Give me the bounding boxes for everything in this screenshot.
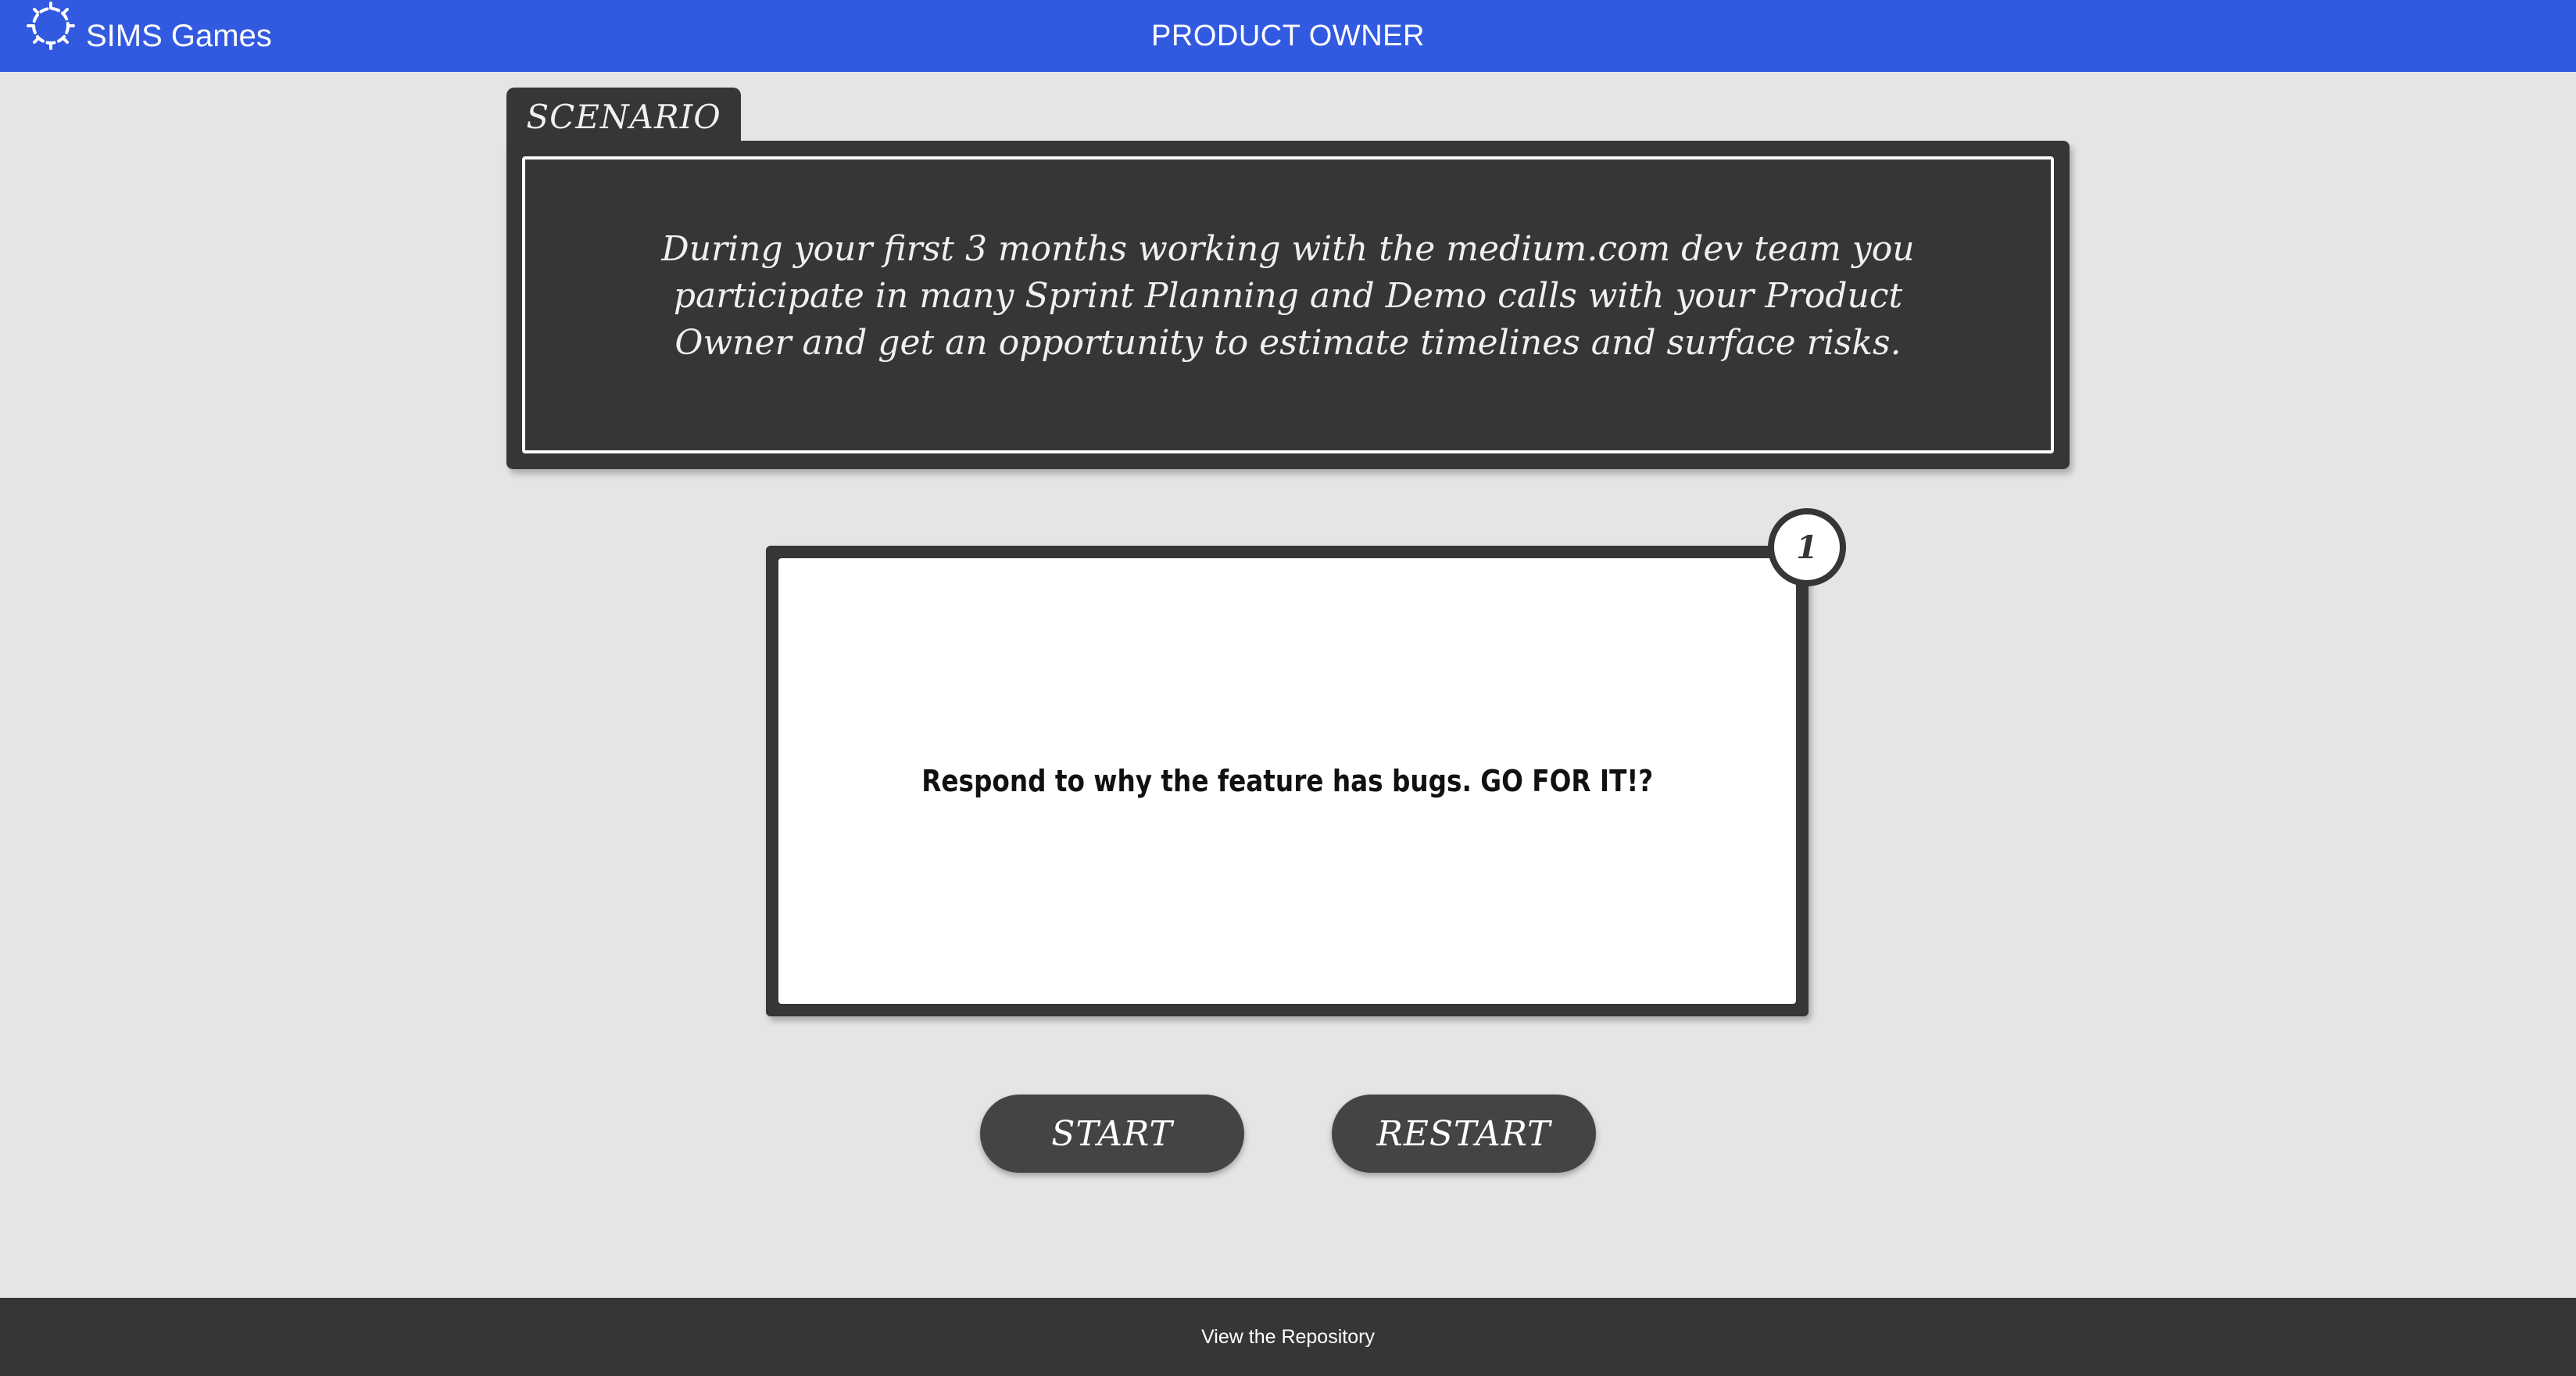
scenario-description: During your first 3 months working with … bbox=[661, 229, 1915, 363]
question-text: Respond to why the feature has bugs. GO … bbox=[921, 764, 1654, 798]
footer-bar: View the Repository bbox=[0, 1298, 2576, 1376]
question-card-body: Respond to why the feature has bugs. GO … bbox=[778, 558, 1796, 1004]
scenario-panel: During your first 3 months working with … bbox=[506, 141, 2070, 469]
start-button[interactable]: START bbox=[980, 1095, 1244, 1173]
top-nav-bar: SIMS Games PRODUCT OWNER bbox=[0, 0, 2576, 72]
question-card: Respond to why the feature has bugs. GO … bbox=[766, 546, 1809, 1016]
card-number-badge: 1 bbox=[1768, 508, 1846, 586]
page-title: PRODUCT OWNER bbox=[1151, 20, 1425, 52]
restart-button[interactable]: RESTART bbox=[1332, 1095, 1596, 1173]
scenario-frame: During your first 3 months working with … bbox=[522, 156, 2054, 453]
view-repository-link[interactable]: View the Repository bbox=[1201, 1326, 1375, 1349]
scenario-tab: SCENARIO bbox=[506, 88, 741, 142]
